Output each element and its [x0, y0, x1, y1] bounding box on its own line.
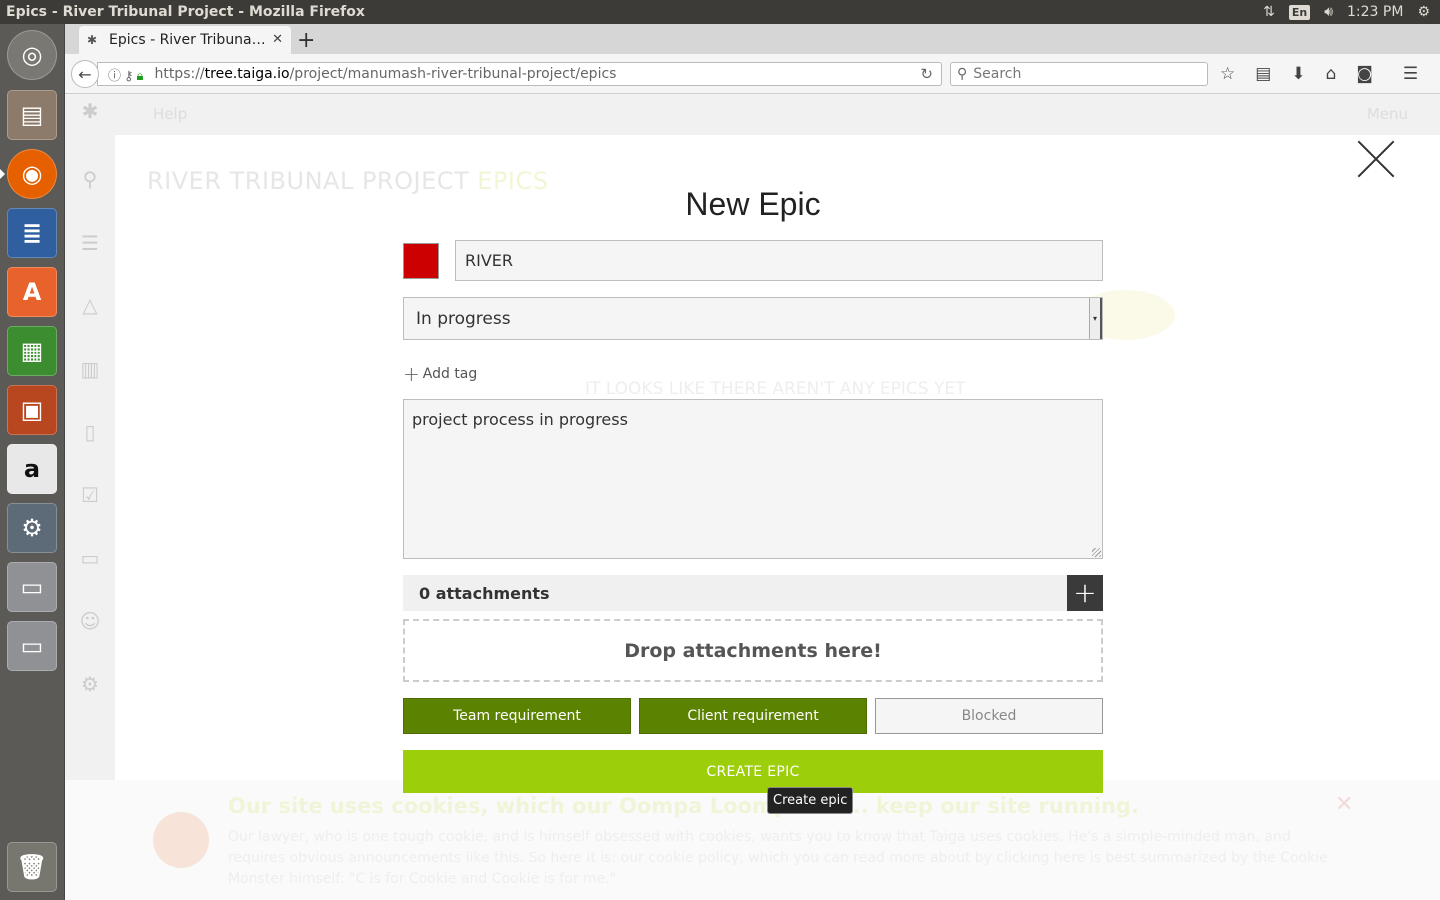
downloads-icon[interactable]: ⬇: [1291, 64, 1305, 84]
network-icon[interactable]: ⇅: [1263, 4, 1275, 20]
toolbar-icons: ☆ ▤ ⬇ ⌂ ◙ ☰: [1220, 64, 1418, 84]
epics-icon: △: [82, 293, 98, 317]
system-settings-icon[interactable]: ⚙: [7, 503, 57, 553]
blocked-toggle[interactable]: Blocked: [875, 698, 1103, 734]
cookie-close-icon[interactable]: ✕: [1335, 792, 1353, 817]
cookie-banner: Our site uses cookies, which our Oompa L…: [65, 780, 1440, 900]
pocket-icon[interactable]: ◙: [1356, 64, 1373, 84]
ubuntu-dash-icon[interactable]: ◎: [7, 30, 57, 80]
url-bar[interactable]: ⓘ⚷🔒︎ https://tree.taiga.io/project/manum…: [97, 62, 942, 86]
attachments-header: 0 attachments: [403, 575, 1103, 611]
ubuntu-launcher: ◎ ▤ ◉ ≣ A ▦ ▣ a ⚙ ▭ ▭ 🗑︎: [0, 24, 65, 900]
plus-icon: +: [1073, 576, 1097, 609]
tab-close-icon[interactable]: ✕: [272, 32, 283, 47]
cookie-title: Our site uses cookies, which our Oompa L…: [228, 794, 1139, 818]
taiga-favicon-icon: ✱: [87, 33, 98, 47]
search-icon: ⚲: [82, 167, 98, 191]
search-input[interactable]: ⚲ Search: [950, 62, 1208, 86]
reload-icon[interactable]: ↻: [920, 65, 933, 83]
drive-icon-2[interactable]: ▭: [7, 621, 57, 671]
reading-list-icon[interactable]: ▤: [1255, 64, 1271, 84]
software-center-icon[interactable]: A: [7, 267, 57, 317]
back-button[interactable]: ←: [71, 60, 99, 88]
empty-epics-message: IT LOOKS LIKE THERE AREN'T ANY EPICS YET: [585, 379, 966, 399]
attachments-drop-zone[interactable]: Drop attachments here!: [403, 619, 1103, 682]
os-top-bar: Epics - River Tribunal Project - Mozilla…: [0, 0, 1440, 24]
libreoffice-calc-icon[interactable]: ▦: [7, 326, 57, 376]
taiga-sidebar: ✱ ⚲ ☰ △ ▥ ▯ ☑ ▭ ☺ ⚙: [65, 95, 115, 780]
cookie-text: Our lawyer, who is one tough cookie, and…: [228, 829, 1328, 887]
tab-epics[interactable]: ✱ Epics - River Tribuna… ✕: [79, 26, 291, 54]
drive-icon[interactable]: ▭: [7, 562, 57, 612]
issues-icon: ☑: [81, 483, 99, 507]
url-text: https://tree.taiga.io/project/manumash-r…: [154, 66, 617, 82]
browser-tab-bar: ✱ Epics - River Tribuna… ✕ +: [65, 24, 1440, 54]
add-tag-button[interactable]: + Add tag: [403, 362, 477, 386]
taiga-logo-icon: ✱: [81, 99, 99, 123]
menu-link: Menu: [1366, 105, 1408, 123]
tab-title: Epics - River Tribuna…: [109, 32, 266, 48]
search-placeholder: Search: [973, 66, 1022, 82]
resize-grip-icon[interactable]: [1092, 548, 1101, 557]
wiki-icon: ▭: [80, 546, 100, 570]
indicator-area: ⇅ En 🔊︎ 1:23 PM ⚙: [1263, 0, 1440, 24]
window-title: Epics - River Tribunal Project - Mozilla…: [6, 4, 365, 20]
keyboard-layout-indicator[interactable]: En: [1288, 4, 1311, 20]
back-arrow-icon: ←: [78, 64, 92, 84]
amazon-icon[interactable]: a: [7, 444, 57, 494]
epic-subject-input[interactable]: [455, 240, 1103, 281]
create-epic-button[interactable]: CREATE EPIC: [403, 750, 1103, 793]
trash-icon[interactable]: 🗑︎: [7, 842, 57, 892]
modal-title: New Epic: [685, 186, 821, 222]
epic-status-select[interactable]: In progress ▾: [403, 297, 1103, 340]
close-modal-icon[interactable]: [1357, 140, 1395, 178]
epic-color-picker[interactable]: [403, 243, 439, 279]
client-requirement-toggle[interactable]: Client requirement: [639, 698, 867, 734]
home-icon[interactable]: ⌂: [1326, 64, 1337, 84]
team-icon: ☺: [79, 609, 101, 633]
attachments-count: 0 attachments: [419, 583, 550, 603]
dropdown-arrow-icon: ▾: [1089, 298, 1102, 339]
epic-description-textarea[interactable]: project process in progress: [403, 399, 1103, 559]
new-tab-button[interactable]: +: [297, 28, 315, 53]
kanban-icon: ▯: [84, 420, 96, 444]
site-info-icons[interactable]: ⓘ⚷🔒︎: [108, 65, 146, 84]
active-app-indicator: [0, 169, 5, 179]
backlog-icon: ▥: [80, 357, 100, 381]
add-attachment-button[interactable]: +: [1067, 575, 1103, 611]
files-icon[interactable]: ▤: [7, 90, 57, 140]
cookie-image: [153, 812, 209, 868]
plus-icon: +: [403, 362, 420, 386]
timeline-icon: ☰: [81, 231, 99, 255]
help-link: Help: [153, 105, 188, 123]
firefox-icon[interactable]: ◉: [7, 149, 57, 199]
power-gear-icon[interactable]: ⚙: [1417, 4, 1430, 20]
taiga-header: Help Menu: [115, 95, 1440, 135]
browser-nav-bar: ⓘ⚷🔒︎ https://tree.taiga.io/project/manum…: [65, 54, 1440, 94]
search-icon: ⚲: [957, 66, 968, 82]
team-requirement-toggle[interactable]: Team requirement: [403, 698, 631, 734]
lock-icon: 🔒︎: [136, 68, 147, 84]
libreoffice-impress-icon[interactable]: ▣: [7, 385, 57, 435]
clock[interactable]: 1:23 PM: [1347, 4, 1403, 20]
create-epic-tooltip: Create epic: [767, 787, 854, 814]
volume-icon[interactable]: 🔊︎: [1324, 4, 1333, 20]
hamburger-menu-icon[interactable]: ☰: [1403, 64, 1418, 84]
add-tag-label: Add tag: [422, 366, 478, 382]
bookmark-star-icon[interactable]: ☆: [1220, 64, 1235, 84]
settings-icon: ⚙: [81, 672, 99, 696]
libreoffice-writer-icon[interactable]: ≣: [7, 208, 57, 258]
status-selected-value: In progress: [416, 308, 511, 329]
